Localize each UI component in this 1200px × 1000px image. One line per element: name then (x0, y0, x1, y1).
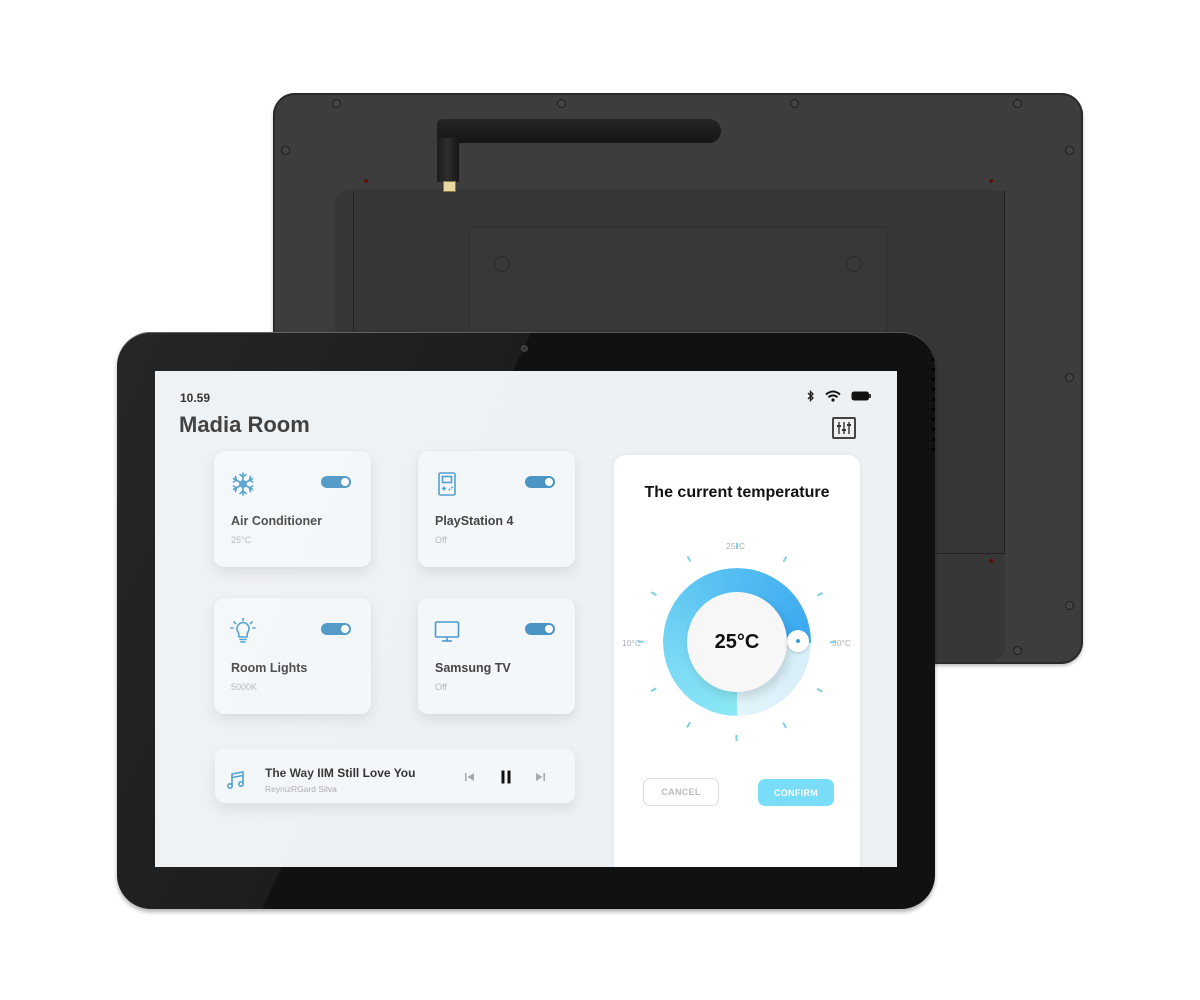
speaker-grille (932, 348, 935, 458)
device-card-playstation[interactable]: PlayStation 4 Off (418, 451, 575, 567)
led-indicator (989, 179, 993, 183)
front-camera (521, 345, 528, 352)
room-title: Madia Room (179, 412, 310, 437)
antenna (437, 119, 721, 143)
song-title: The Way IIM Still Love You (265, 766, 416, 780)
power-toggle[interactable] (321, 623, 351, 635)
dial-tick (686, 555, 692, 562)
device-name: Room Lights (231, 661, 308, 675)
dial-handle[interactable] (787, 630, 809, 652)
dial-tick (638, 641, 644, 643)
screw (281, 146, 290, 155)
dial-tick (817, 687, 824, 693)
screw (332, 99, 341, 108)
power-toggle[interactable] (525, 476, 555, 488)
device-status: 5000K (231, 682, 258, 692)
device-name: PlayStation 4 (435, 514, 514, 528)
dial-tick (736, 735, 738, 741)
dial-tick (782, 722, 788, 729)
next-track-icon[interactable] (534, 772, 546, 782)
screw (1065, 146, 1074, 155)
song-artist: ReynizRGard Silva (265, 784, 337, 794)
screw (557, 99, 566, 108)
antenna-connector (437, 138, 459, 182)
mount-hole (494, 256, 510, 272)
gameboy-icon (438, 472, 456, 496)
device-status: Off (435, 682, 447, 692)
music-note-icon (226, 771, 245, 790)
dial-tick (817, 591, 824, 597)
device-card-samsung-tv[interactable]: Samsung TV Off (418, 598, 575, 714)
scale-label-left: 10°C (622, 638, 641, 648)
status-icons (807, 390, 871, 402)
device-status: Off (435, 535, 447, 545)
previous-track-icon[interactable] (464, 772, 476, 782)
screw (1013, 99, 1022, 108)
dial-tick (736, 543, 738, 549)
dial-tick (782, 555, 788, 562)
settings-button[interactable] (832, 417, 856, 439)
screw (1065, 373, 1074, 382)
dial-tick (830, 641, 836, 643)
screen: 10.59 Madia Room Air Conditioner 25°C Pl… (155, 371, 897, 867)
snowflake-icon (232, 472, 254, 496)
tablet-front: 10.59 Madia Room Air Conditioner 25°C Pl… (117, 332, 935, 909)
battery-icon (851, 391, 871, 401)
thermostat-panel: The current temperature 25°C 10°C 30°C 2… (614, 455, 860, 867)
confirm-button[interactable]: CONFIRM (758, 779, 834, 806)
monitor-icon (434, 621, 460, 642)
device-name: Samsung TV (435, 661, 511, 675)
screw (790, 99, 799, 108)
current-temperature: 25°C (687, 592, 787, 692)
thermostat-title: The current temperature (644, 484, 830, 501)
screw (1065, 601, 1074, 610)
device-name: Air Conditioner (231, 514, 322, 528)
device-card-room-lights[interactable]: Room Lights 5000K (214, 598, 371, 714)
antenna-plug (443, 181, 456, 192)
led-indicator (364, 179, 368, 183)
device-card-air-conditioner[interactable]: Air Conditioner 25°C (214, 451, 371, 567)
dial-tick (650, 591, 657, 597)
power-toggle[interactable] (525, 623, 555, 635)
bluetooth-icon (807, 390, 814, 402)
cancel-button[interactable]: CANCEL (643, 778, 719, 806)
wifi-icon (825, 390, 841, 402)
dial-tick (650, 687, 657, 693)
led-indicator (989, 559, 993, 563)
status-time: 10.59 (180, 391, 211, 405)
music-player: The Way IIM Still Love You ReynizRGard S… (215, 749, 575, 803)
screw (1013, 646, 1022, 655)
equalizer-sliders-icon (837, 422, 851, 434)
lightbulb-icon (230, 618, 256, 643)
dial-tick (686, 722, 692, 729)
device-status: 25°C (231, 535, 252, 545)
pause-icon[interactable] (500, 770, 512, 784)
power-toggle[interactable] (321, 476, 351, 488)
scale-label-right: 30°C (832, 638, 851, 648)
mount-hole (846, 256, 862, 272)
